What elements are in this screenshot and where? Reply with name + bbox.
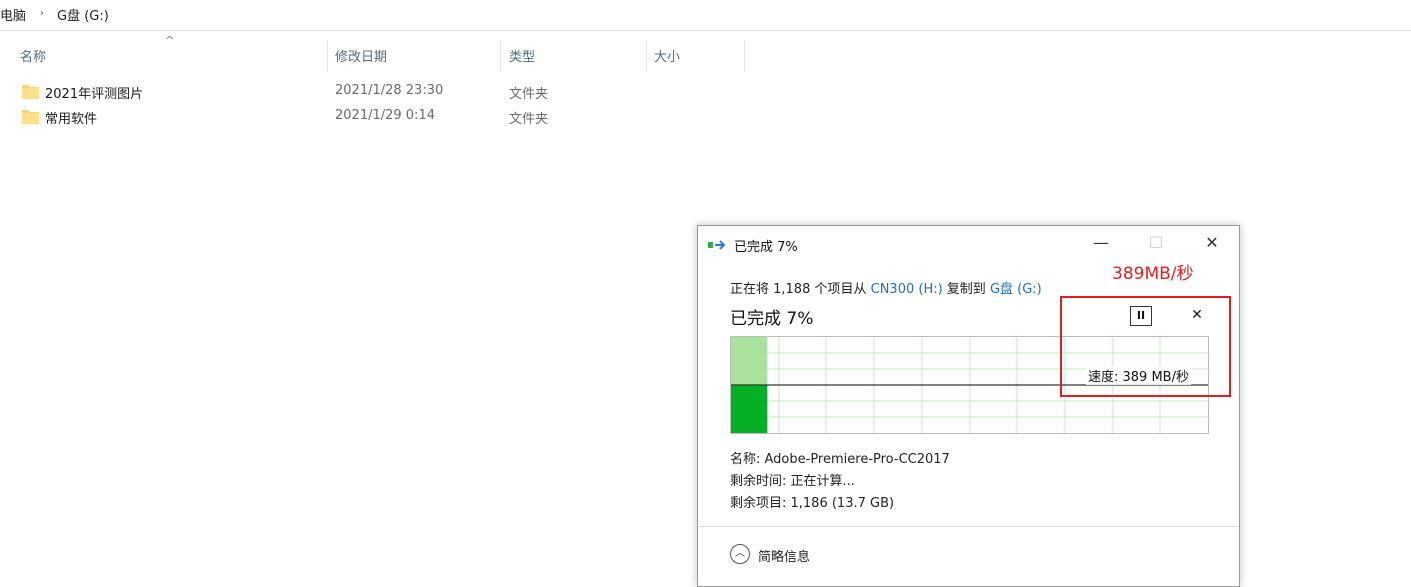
copy-transfer-icon (708, 240, 726, 250)
column-header-type[interactable]: 类型 (509, 46, 535, 65)
close-button[interactable]: ✕ (1197, 232, 1227, 254)
speed-annotation: 389MB/秒 (1112, 264, 1194, 284)
copy-progress-dialog: 已完成 7% — ☐ ✕ 389MB/秒 正在将 1,188 个项目从 CN30… (697, 225, 1240, 587)
speed-area-fill (731, 385, 768, 433)
file-type: 文件夹 (509, 112, 549, 127)
column-header-size[interactable]: 大小 (654, 46, 680, 65)
file-type: 文件夹 (509, 87, 549, 102)
dialog-title: 已完成 7% (734, 240, 798, 255)
folder-icon (22, 110, 39, 124)
breadcrumb-item-g-drive[interactable]: G盘 (G:) (57, 5, 109, 24)
copy-middle: 复制到 (942, 282, 990, 297)
sort-ascending-icon: ^ (165, 34, 175, 47)
progress-fill-light (731, 337, 768, 385)
column-header-date[interactable]: 修改日期 (335, 46, 387, 65)
column-divider[interactable] (327, 40, 328, 72)
column-header-name[interactable]: 名称 (20, 46, 46, 65)
minimize-button[interactable]: — (1086, 232, 1116, 254)
breadcrumb: 电脑 › G盘 (G:) (0, 0, 1411, 31)
column-divider[interactable] (500, 40, 501, 72)
copy-prefix: 正在将 1,188 个项目从 (730, 282, 871, 297)
fewer-details-button[interactable]: 简略信息 (758, 546, 810, 565)
copy-description: 正在将 1,188 个项目从 CN300 (H:) 复制到 G盘 (G:) (730, 278, 1042, 297)
file-date: 2021/1/29 0:14 (335, 108, 435, 123)
highlight-annotation-box (1060, 296, 1231, 397)
progress-title: 已完成 7% (730, 309, 814, 329)
folder-icon (22, 85, 39, 99)
list-item[interactable]: 常用软件 2021/1/29 0:14 文件夹 (0, 105, 700, 130)
destination-drive-link[interactable]: G盘 (G:) (990, 282, 1042, 297)
column-divider[interactable] (744, 40, 745, 72)
list-item[interactable]: 2021年评测图片 2021/1/28 23:30 文件夹 (0, 80, 700, 105)
time-remaining-line: 剩余时间: 正在计算... (730, 474, 855, 489)
file-date: 2021/1/28 23:30 (335, 83, 444, 98)
items-remaining-line: 剩余项目: 1,186 (13.7 GB) (730, 496, 895, 511)
file-name: 常用软件 (45, 112, 98, 127)
dialog-divider (698, 526, 1239, 527)
file-name: 2021年评测图片 (45, 87, 144, 102)
item-name-line: 名称: Adobe-Premiere-Pro-CC2017 (730, 452, 950, 467)
chevron-up-icon[interactable]: ︿ (730, 544, 750, 564)
column-divider[interactable] (646, 40, 647, 72)
source-drive-link[interactable]: CN300 (H:) (871, 282, 943, 297)
breadcrumb-separator-icon: › (40, 8, 44, 19)
maximize-button: ☐ (1148, 233, 1164, 252)
breadcrumb-item-this-pc[interactable]: 电脑 (0, 5, 26, 24)
